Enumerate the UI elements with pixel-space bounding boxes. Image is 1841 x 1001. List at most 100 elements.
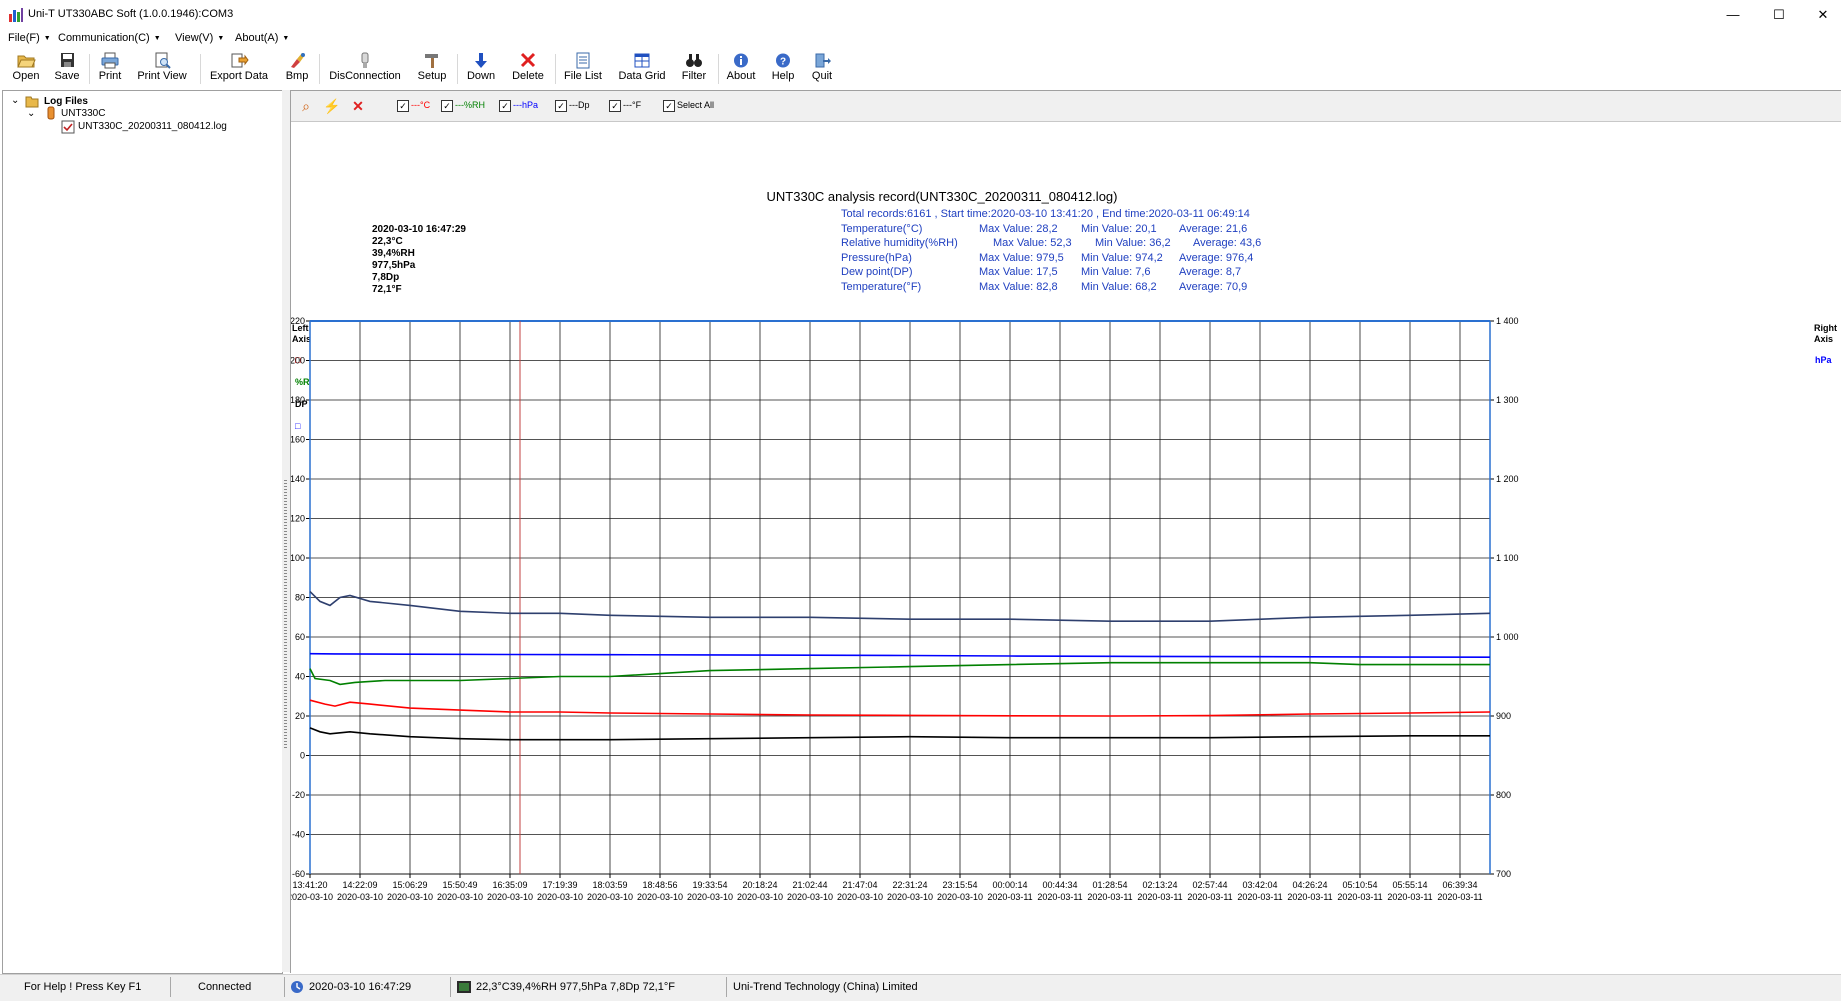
x-axis-date-label: 2020-03-10 (537, 892, 583, 902)
checkbox-hpa[interactable]: ✓ (499, 100, 511, 112)
left-axis-tick-label: 180 (291, 395, 305, 405)
clock-icon (291, 981, 303, 993)
x-axis-time-label: 13:41:20 (292, 880, 327, 890)
print-button[interactable]: Print (94, 49, 126, 87)
left-axis-tick-label: 40 (295, 672, 305, 682)
print-view-button[interactable]: Print View (134, 49, 190, 87)
checkbox-dp[interactable]: ✓ (555, 100, 567, 112)
x-axis-date-label: 2020-03-10 (487, 892, 533, 902)
help-button[interactable]: ? Help (766, 49, 800, 87)
pane-splitter[interactable] (282, 90, 290, 972)
stat-name: Pressure(hPa) (841, 252, 912, 264)
x-axis-date-label: 2020-03-10 (437, 892, 483, 902)
status-connection: Connected (198, 981, 252, 993)
cursor-celsius: 22,3°C (372, 236, 403, 247)
x-axis-time-label: 00:00:14 (992, 880, 1027, 890)
x-axis-time-label: 02:57:44 (1192, 880, 1227, 890)
left-axis-tick-label: 200 (291, 356, 305, 366)
x-axis-time-label: 05:10:54 (1342, 880, 1377, 890)
tree-log-file[interactable]: UNT330C_20200311_080412.log (78, 121, 227, 132)
tree-expander-device[interactable]: ⌄ (27, 108, 35, 119)
about-button[interactable]: About (723, 49, 759, 87)
right-axis-title: Right (1814, 323, 1837, 333)
checkbox-select-all-label: Select All (677, 100, 715, 110)
chart-panel: ⌕ ⚡ ✕ ✓ ---°C ✓ ---%RH ✓ ---hPa ✓ ---Dp … (290, 90, 1841, 973)
chart-toolbar: ⌕ ⚡ ✕ ✓ ---°C ✓ ---%RH ✓ ---hPa ✓ ---Dp … (291, 91, 1841, 122)
splitter-grip[interactable] (284, 480, 287, 750)
info-icon (734, 53, 748, 68)
file-list-icon (576, 52, 590, 69)
cursor-time: 2020-03-10 16:47:29 (372, 224, 466, 235)
left-axis-tick-label: -40 (292, 830, 305, 840)
x-axis-time-label: 00:44:34 (1042, 880, 1077, 890)
lightning-icon[interactable]: ⚡ (323, 97, 341, 115)
stat-name: Temperature(°C) (841, 223, 922, 235)
x-axis-time-label: 01:28:54 (1092, 880, 1127, 890)
export-data-button[interactable]: Export Data (206, 49, 272, 87)
checkbox-fahrenheit[interactable]: ✓ (609, 100, 621, 112)
clear-x-icon[interactable]: ✕ (349, 97, 367, 115)
x-axis-time-label: 14:22:09 (342, 880, 377, 890)
x-axis-date-label: 2020-03-11 (1387, 892, 1432, 902)
close-window-button[interactable]: ✕ (1800, 0, 1841, 29)
quit-button[interactable]: Quit (806, 49, 838, 87)
left-axis-title: Axis (292, 334, 311, 344)
stat-min: Min Value: 36,2 (1095, 237, 1171, 249)
stat-avg: Average: 43,6 (1193, 237, 1261, 249)
maximize-button[interactable]: ☐ (1756, 0, 1802, 29)
stat-max: Max Value: 17,5 (979, 266, 1058, 278)
x-axis-date-label: 2020-03-11 (987, 892, 1032, 902)
save-button[interactable]: Save (50, 49, 84, 87)
stat-avg: Average: 976,4 (1179, 252, 1253, 264)
chart-summary: Total records:6161 , Start time:2020-03-… (841, 208, 1250, 220)
zoom-icon[interactable]: ⌕ (297, 97, 315, 115)
left-axis-tick-label: -20 (292, 790, 305, 800)
x-axis-date-label: 2020-03-11 (1187, 892, 1232, 902)
left-axis-tick-label: 60 (295, 632, 305, 642)
disconnection-button[interactable]: DisConnection (326, 49, 404, 87)
stat-avg: Average: 8,7 (1179, 266, 1241, 278)
status-company: Uni-Trend Technology (China) Limited (733, 981, 918, 993)
tree-expander-root[interactable]: ⌄ (11, 95, 19, 106)
menu-communication[interactable]: Communication(C) ▼ (58, 32, 161, 44)
data-grid-button[interactable]: Data Grid (614, 49, 670, 87)
x-axis-date-label: 2020-03-11 (1337, 892, 1382, 902)
menu-view[interactable]: View(V) ▼ (175, 32, 224, 44)
minimize-button[interactable]: — (1710, 0, 1756, 29)
left-axis-tick-label: 120 (291, 514, 305, 524)
stat-name: Dew point(DP) (841, 266, 913, 278)
x-axis-date-label: 2020-03-10 (687, 892, 733, 902)
x-axis-time-label: 23:15:54 (942, 880, 977, 890)
cursor-readout: 2020-03-10 16:47:29 22,3°C 39,4%RH 977,5… (372, 224, 466, 295)
stat-name: Temperature(°F) (841, 281, 921, 293)
x-axis-time-label: 06:39:34 (1442, 880, 1477, 890)
checkbox-rh[interactable]: ✓ (441, 100, 453, 112)
bmp-button[interactable]: Bmp (280, 49, 314, 87)
x-axis-date-label: 2020-03-10 (337, 892, 383, 902)
menu-file[interactable]: File(F) ▼ (8, 32, 51, 44)
x-axis-time-label: 17:19:39 (542, 880, 577, 890)
delete-button[interactable]: Delete (508, 49, 548, 87)
filter-button[interactable]: Filter (678, 49, 710, 87)
down-arrow-icon (475, 53, 487, 68)
checkbox-select-all[interactable]: ✓ (663, 100, 675, 112)
tree-device-unt330c[interactable]: UNT330C (61, 108, 105, 119)
stat-name: Relative humidity(%RH) (841, 237, 958, 249)
legend-hpa: hPa (1815, 355, 1833, 365)
setup-button[interactable]: Setup (414, 49, 450, 87)
stat-min: Min Value: 68,2 (1081, 281, 1157, 293)
menu-about[interactable]: About(A) ▼ (235, 32, 289, 44)
checkbox-celsius[interactable]: ✓ (397, 100, 409, 112)
plot-area: 220200180160140120100806040200-20-40-601… (291, 316, 1519, 902)
left-axis-tick-label: 220 (291, 316, 305, 326)
open-button[interactable]: Open (8, 49, 44, 87)
file-list-button[interactable]: File List (561, 49, 605, 87)
log-file-checked-icon[interactable] (61, 120, 75, 134)
x-axis-time-label: 19:33:54 (692, 880, 727, 890)
down-button[interactable]: Down (463, 49, 499, 87)
stat-min: Min Value: 974,2 (1081, 252, 1163, 264)
stat-min: Min Value: 7,6 (1081, 266, 1151, 278)
x-axis-date-label: 2020-03-10 (637, 892, 683, 902)
print-preview-icon (155, 52, 171, 69)
checkbox-hpa-label: ---hPa (513, 100, 539, 110)
